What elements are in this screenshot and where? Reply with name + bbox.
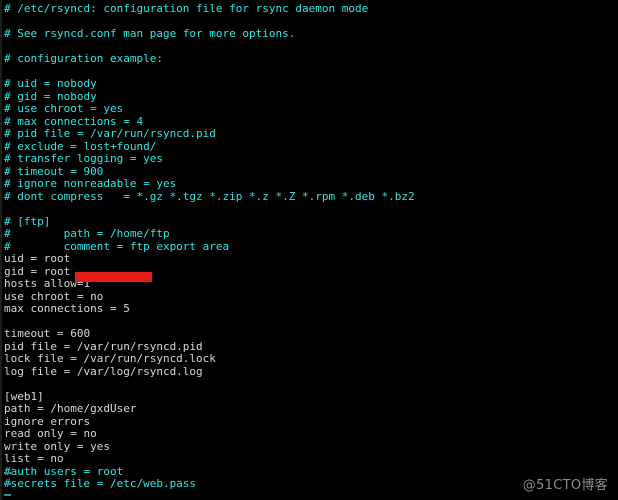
config-line: # use chroot = yes bbox=[4, 102, 124, 115]
config-line: # /etc/rsyncd: configuration file for rs… bbox=[4, 2, 369, 15]
cursor-mark bbox=[4, 494, 11, 496]
config-file-text[interactable]: # /etc/rsyncd: configuration file for rs… bbox=[4, 2, 614, 491]
config-line: # dont compress = *.gz *.tgz *.zip *.z *… bbox=[4, 189, 415, 203]
config-line: write only = yes bbox=[4, 439, 110, 453]
config-line: # ignore nonreadable = yes bbox=[4, 177, 177, 190]
config-line bbox=[4, 378, 614, 391]
config-line: lock file = /var/run/rsyncd.lock bbox=[4, 352, 216, 365]
config-line: max connections = 5 bbox=[4, 302, 130, 315]
config-line: # See rsyncd.conf man page for more opti… bbox=[4, 27, 296, 40]
cursor-marks bbox=[4, 472, 11, 500]
config-line: path = /home/gxdUser bbox=[4, 402, 137, 415]
terminal-left-edge-strip bbox=[0, 0, 2, 500]
config-line: # comment = ftp export area bbox=[4, 239, 230, 253]
terminal-window: # /etc/rsyncd: configuration file for rs… bbox=[0, 0, 618, 500]
watermark: @51CTO博客 bbox=[522, 478, 608, 493]
config-line: # uid = nobody bbox=[4, 77, 97, 90]
cursor-mark bbox=[4, 483, 11, 485]
config-line bbox=[4, 316, 614, 329]
config-line: log file = /var/log/rsyncd.log bbox=[4, 364, 203, 378]
config-line: # pid file = /var/run/rsyncd.pid bbox=[4, 127, 216, 140]
config-line: list = no bbox=[4, 452, 64, 465]
config-line: # transfer logging = yes bbox=[4, 152, 163, 165]
config-line: # configuration example: bbox=[4, 52, 163, 65]
config-line: read only = no bbox=[4, 427, 97, 440]
config-line: # path = /home/ftp bbox=[4, 227, 170, 240]
config-line: uid = root bbox=[4, 252, 71, 265]
config-line bbox=[4, 203, 614, 216]
config-line: timeout = 600 bbox=[4, 327, 91, 340]
redaction-bar bbox=[75, 272, 152, 282]
cursor-mark bbox=[4, 472, 11, 474]
